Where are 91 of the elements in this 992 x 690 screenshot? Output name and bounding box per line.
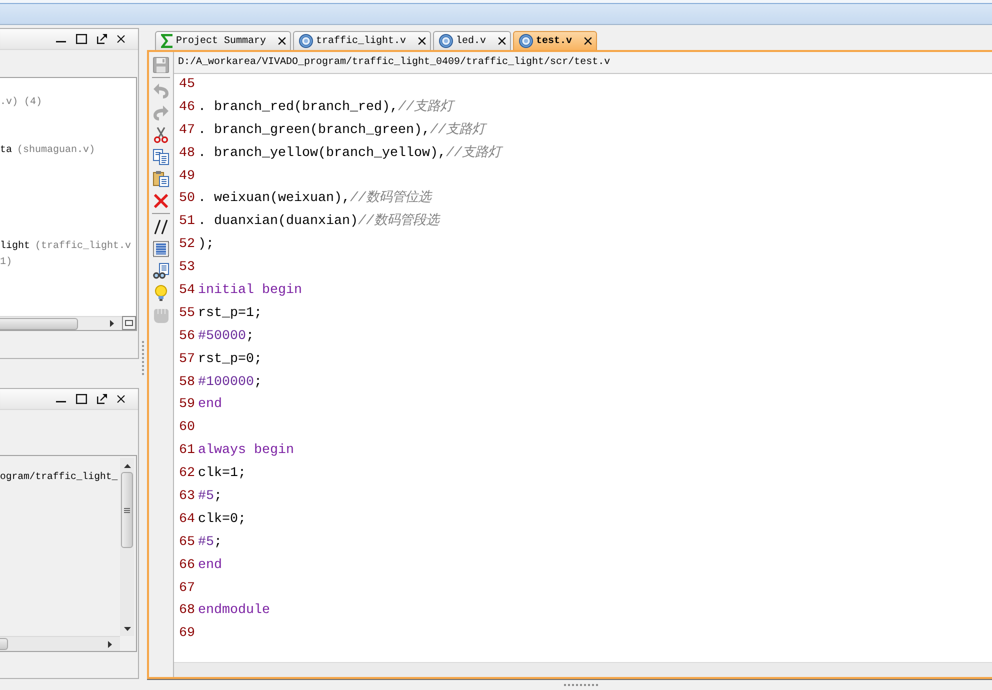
line-number: 69	[178, 625, 196, 644]
editor-tab[interactable]: Project Summary	[155, 31, 292, 50]
line-number: 48	[178, 144, 196, 163]
line-number: 55	[178, 304, 196, 323]
tree-item-label[interactable]: ta	[0, 143, 12, 159]
lightbulb-icon[interactable]	[153, 285, 169, 301]
code-line: clk=1;	[197, 465, 246, 484]
line-number: 52	[178, 236, 196, 254]
copy-icon[interactable]	[153, 149, 169, 165]
line-number: 63	[178, 488, 196, 506]
code-line: #50000;	[197, 328, 254, 346]
line-number: 66	[178, 556, 196, 575]
line-number: 45	[178, 76, 196, 94]
scroll-up-icon[interactable]	[124, 464, 130, 468]
code-line: #5;	[197, 534, 222, 552]
code-line: #5;	[197, 488, 222, 506]
tree-item-label[interactable]: light	[0, 239, 30, 255]
line-number: 61	[178, 442, 196, 460]
line-number: 65	[178, 534, 196, 552]
close-icon[interactable]	[584, 37, 592, 45]
code-line: initial begin	[197, 282, 302, 300]
sigma-icon	[161, 34, 173, 48]
line-number: 53	[178, 259, 196, 278]
scrollbar-thumb[interactable]	[0, 318, 78, 330]
dotted-frame-icon[interactable]	[153, 241, 169, 257]
line-number: 64	[178, 510, 196, 529]
line-number: 50	[178, 190, 196, 208]
minimize-icon[interactable]	[56, 41, 66, 43]
line-number: 60	[178, 419, 196, 438]
code-line: end	[197, 556, 222, 575]
close-icon[interactable]	[117, 35, 125, 43]
code-line: rst_p=1;	[197, 304, 262, 323]
line-number: 67	[178, 580, 196, 598]
line-number: 56	[178, 328, 196, 346]
code-line: rst_p=0;	[197, 350, 262, 369]
editor-tab[interactable]: led.v	[433, 31, 512, 50]
close-icon[interactable]	[498, 37, 506, 45]
grip-icon	[124, 508, 130, 512]
round-badge-icon	[519, 34, 534, 48]
code-line: . branch_yellow(branch_yellow),//支路灯	[197, 142, 501, 166]
binoculars-icon[interactable]	[153, 263, 169, 279]
code-line: clk=0;	[197, 510, 246, 529]
pop-out-icon[interactable]	[97, 394, 107, 404]
code-line: . duanxian(duanxian)//数码管段选	[197, 212, 439, 232]
line-number: 47	[178, 122, 196, 140]
maximize-icon[interactable]	[76, 394, 87, 404]
code-line: end	[197, 396, 222, 414]
scrollbar-thumb[interactable]	[0, 638, 8, 650]
line-number: 49	[178, 168, 196, 186]
tree-item-detail: (traffic_light.v	[35, 240, 132, 254]
code-line: . branch_green(branch_green),//支路灯	[197, 120, 485, 143]
line-number: 54	[178, 282, 196, 300]
tree-item-detail: .v) (4)	[0, 96, 42, 110]
code-line: . branch_red(branch_red),//支路灯	[197, 96, 453, 120]
line-number: 58	[178, 374, 196, 392]
line-number: 46	[178, 98, 196, 117]
scroll-right-icon[interactable]	[108, 640, 112, 648]
close-icon[interactable]	[278, 37, 286, 45]
corner-box-icon[interactable]	[122, 316, 136, 330]
round-badge-icon	[439, 34, 454, 48]
clipboard-icon[interactable]	[153, 171, 169, 187]
x-mark-icon[interactable]	[153, 193, 169, 209]
path-text: ogram/traffic_light_	[0, 470, 118, 484]
line-number: 68	[178, 602, 196, 620]
code-line: #100000;	[197, 374, 262, 392]
scroll-right-icon[interactable]	[110, 320, 114, 327]
editor-tab[interactable]: test.v	[513, 31, 598, 50]
maximize-icon[interactable]	[76, 34, 87, 44]
code-line: . weixuan(weixuan),//数码管位选	[197, 189, 431, 208]
close-icon[interactable]	[418, 37, 426, 45]
editor-tab[interactable]: traffic_light.v	[293, 31, 432, 50]
code-line: endmodule	[197, 602, 270, 620]
tree-item-detail: 1)	[0, 256, 12, 270]
tree-item-detail: (shumaguan.v)	[17, 144, 96, 158]
code-line: always begin	[197, 442, 294, 460]
code-line: );	[197, 236, 214, 254]
round-badge-icon	[299, 34, 314, 48]
scrollbar-thumb[interactable]	[121, 472, 133, 548]
close-icon[interactable]	[117, 395, 125, 403]
scissors-icon[interactable]	[153, 127, 169, 143]
line-number: 51	[178, 213, 196, 232]
line-number: 62	[178, 465, 196, 484]
vertical-scrollbar[interactable]	[120, 458, 134, 636]
pop-out-icon[interactable]	[97, 34, 107, 44]
line-number: 57	[178, 350, 196, 369]
scroll-down-icon[interactable]	[124, 627, 130, 631]
horizontal-scrollbar[interactable]	[0, 316, 122, 330]
horizontal-scrollbar[interactable]	[0, 636, 120, 651]
double-slash-icon[interactable]	[153, 219, 169, 235]
line-number: 59	[178, 396, 196, 414]
minimize-icon[interactable]	[56, 401, 66, 403]
